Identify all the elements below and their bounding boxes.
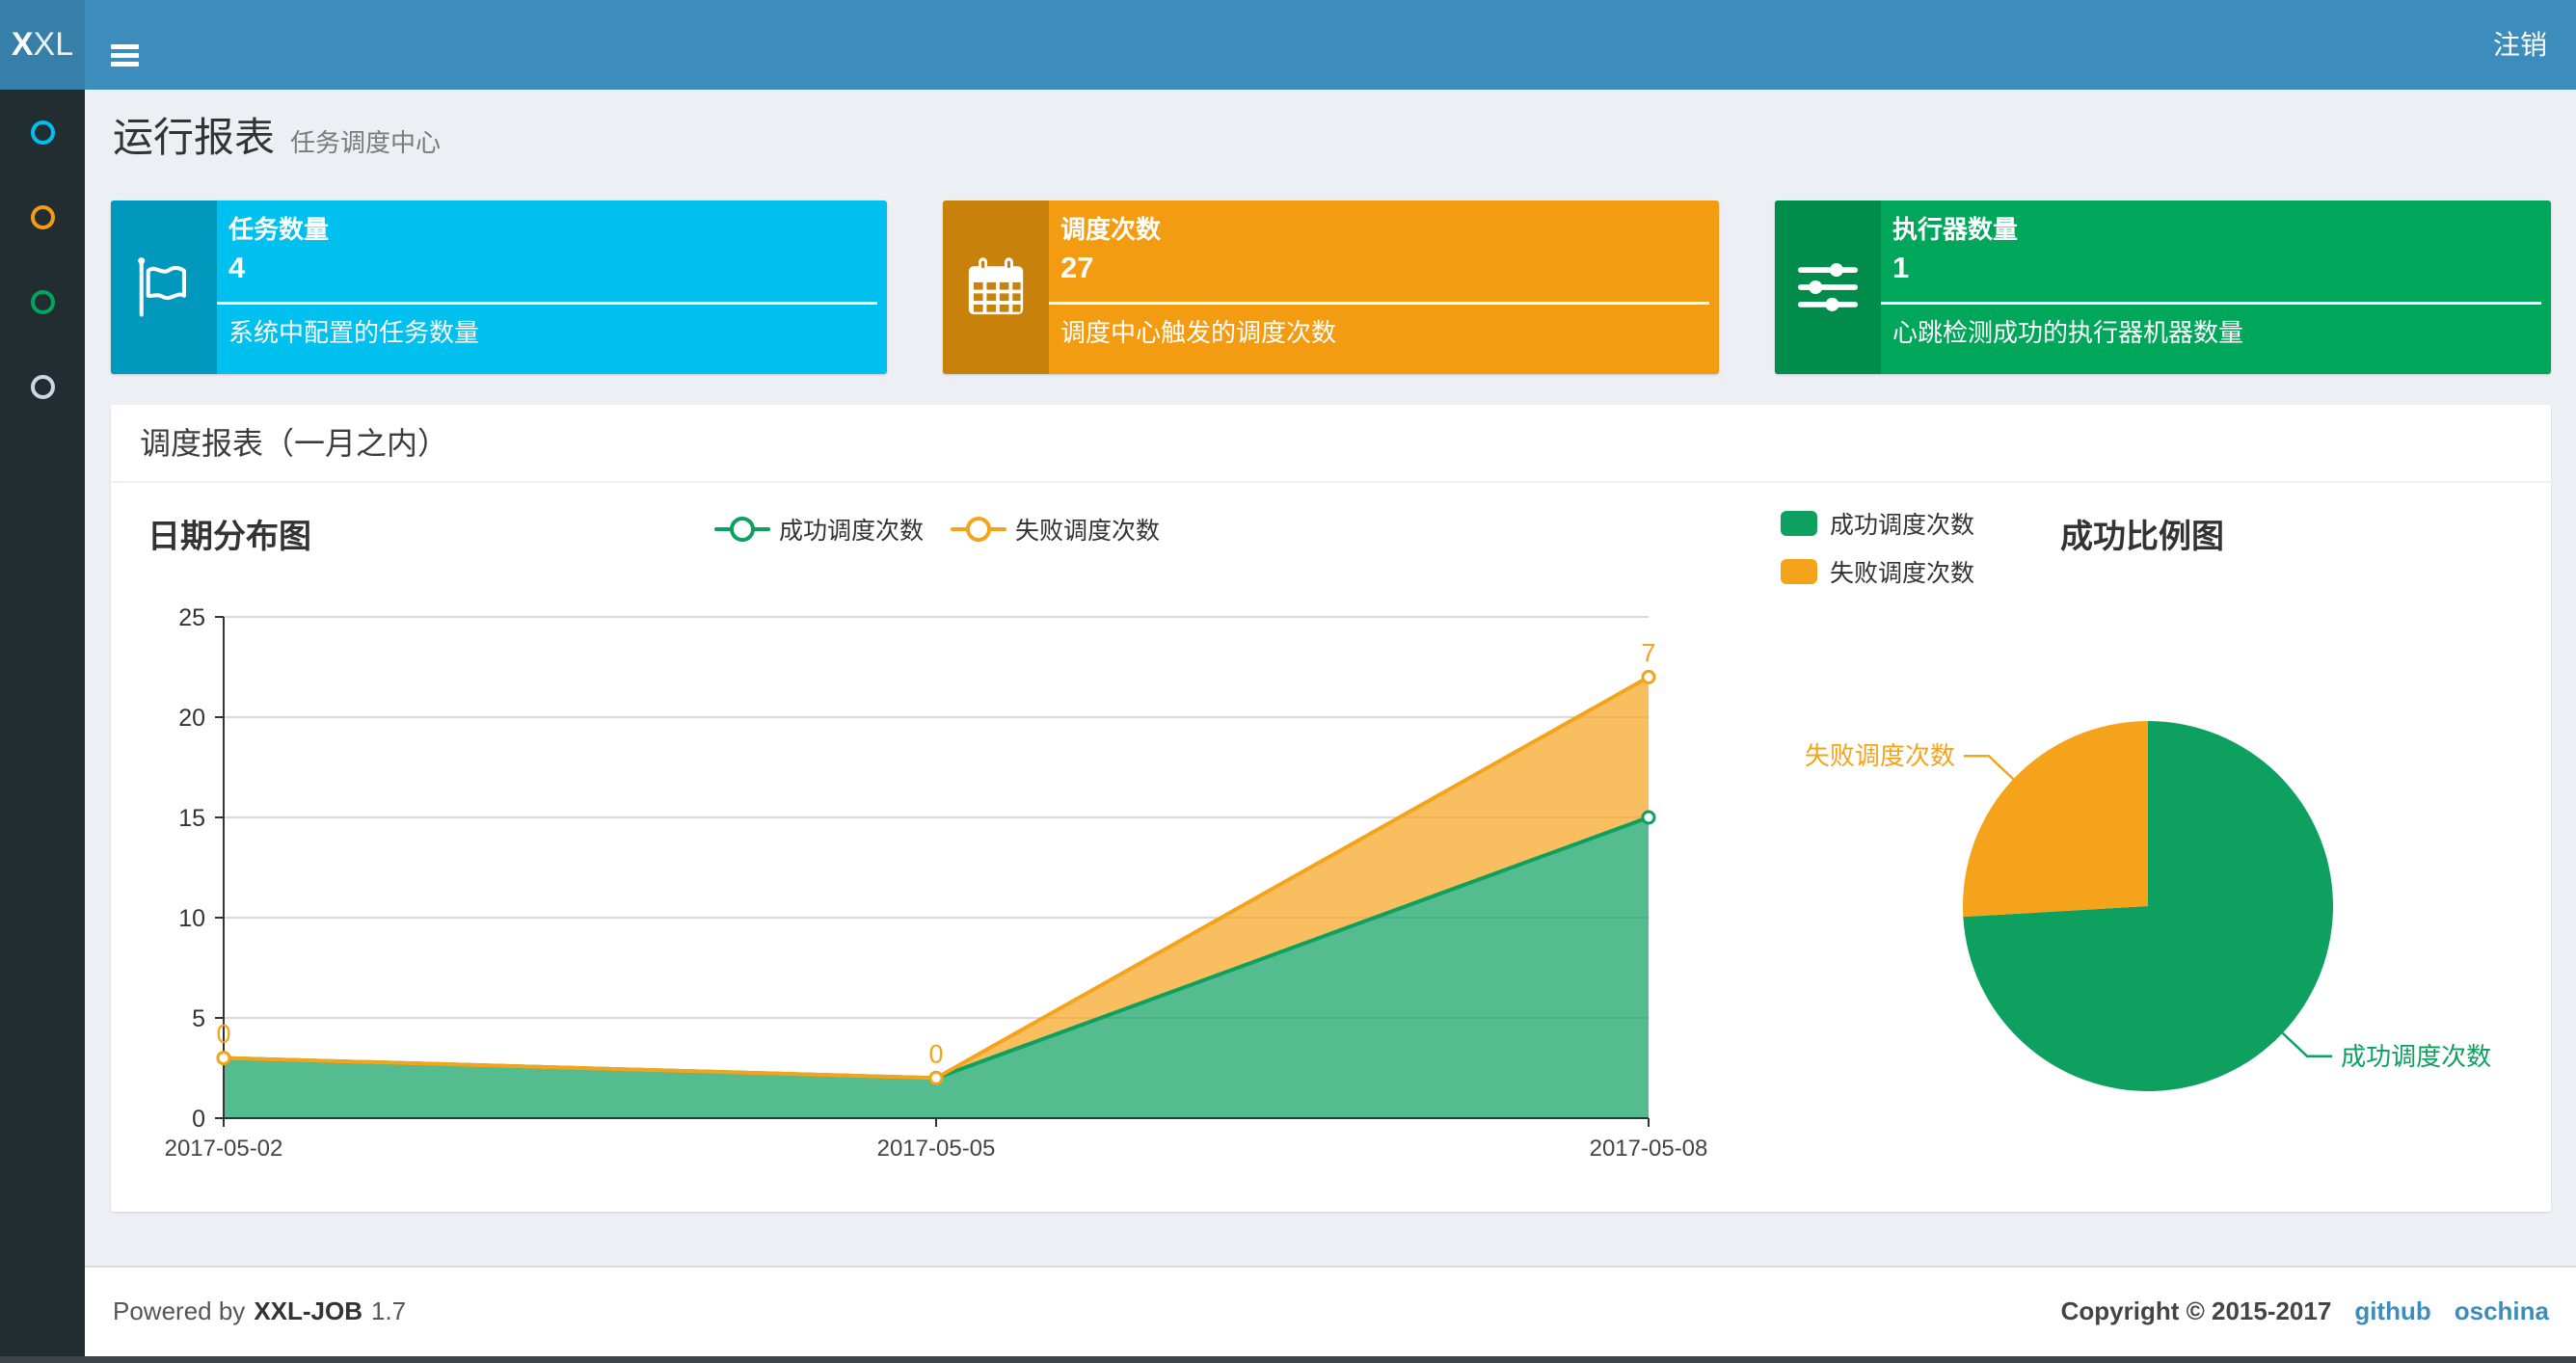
line-chart-legend: 成功调度次数 失败调度次数 bbox=[714, 512, 1160, 547]
circle-o-icon bbox=[30, 204, 55, 229]
top-navbar: XXL 注销 bbox=[0, 0, 2576, 90]
swatch-icon bbox=[1781, 511, 1817, 536]
logo-text: XL bbox=[33, 26, 74, 63]
pie-chart-title: 成功比例图 bbox=[2060, 519, 2224, 555]
divider bbox=[1881, 302, 2541, 305]
window-bottom-edge bbox=[0, 1356, 2576, 1363]
svg-text:15: 15 bbox=[178, 805, 205, 832]
sidebar-item-1[interactable] bbox=[0, 90, 85, 174]
stat-cards-row: 任务数量 4 系统中配置的任务数量 调度次数 27 调度中心触发的调度次数 执行… bbox=[111, 200, 2551, 374]
calendar-icon bbox=[943, 200, 1049, 374]
stat-card-executors: 执行器数量 1 心跳检测成功的执行器机器数量 bbox=[1775, 200, 2551, 374]
stat-card-title: 任务数量 bbox=[228, 215, 330, 244]
sidebar-item-4[interactable] bbox=[0, 344, 85, 429]
navbar: 注销 bbox=[85, 0, 2576, 90]
panel-body: 0 5 10 15 20 25 2017-05-02 2017-05-05 2017-05-08… bbox=[111, 483, 2551, 1209]
stat-card-body: 调度次数 27 调度中心触发的调度次数 bbox=[1049, 200, 1719, 374]
main-footer: Powered by XXL-JOB 1.7 Copyright © 2015-20… bbox=[85, 1266, 2576, 1357]
legend-item-fail[interactable]: 失败调度次数 bbox=[951, 512, 1160, 547]
content-area: 运行报表 任务调度中心 任务数量 4 系统中配置的任务数量 调度次数 27 调度… bbox=[85, 90, 2576, 1268]
copyright: Copyright © 2015-2017 github oschina bbox=[2061, 1268, 2549, 1355]
stat-card-title: 执行器数量 bbox=[1892, 215, 2019, 244]
sidebar-item-2[interactable] bbox=[0, 174, 85, 259]
svg-text:2017-05-08: 2017-05-08 bbox=[1590, 1136, 1708, 1162]
legend-item-fail[interactable]: 失败调度次数 bbox=[1781, 554, 1974, 589]
line-series-icon bbox=[714, 517, 770, 542]
copyright-text: Copyright © 2015-2017 bbox=[2060, 1296, 2332, 1325]
page-header: 运行报表 任务调度中心 bbox=[113, 105, 441, 164]
legend-label: 成功调度次数 bbox=[1830, 512, 1975, 539]
app-logo[interactable]: XXL bbox=[0, 0, 85, 90]
report-panel: 调度报表（一月之内） 0 5 10 15 20 25 2017-05-02 2017-05-0… bbox=[111, 405, 2551, 1212]
swatch-icon bbox=[1781, 559, 1817, 584]
powered-by-text: Powered by bbox=[113, 1296, 246, 1325]
logout-link[interactable]: 注销 bbox=[2483, 0, 2557, 90]
stat-card-desc: 调度中心触发的调度次数 bbox=[1060, 318, 1337, 347]
svg-text:2017-05-05: 2017-05-05 bbox=[877, 1136, 996, 1162]
oschina-link[interactable]: oschina bbox=[2455, 1296, 2549, 1325]
stat-card-body: 执行器数量 1 心跳检测成功的执行器机器数量 bbox=[1881, 200, 2551, 374]
stat-card-body: 任务数量 4 系统中配置的任务数量 bbox=[217, 200, 887, 374]
svg-text:10: 10 bbox=[178, 905, 205, 932]
stat-card-desc: 系统中配置的任务数量 bbox=[228, 318, 480, 347]
github-link[interactable]: github bbox=[2354, 1296, 2430, 1325]
page-title: 运行报表 bbox=[113, 115, 276, 160]
svg-text:0: 0 bbox=[928, 1039, 943, 1068]
sliders-icon bbox=[1775, 200, 1881, 374]
svg-text:5: 5 bbox=[192, 1005, 205, 1032]
page-subtitle: 任务调度中心 bbox=[290, 128, 442, 157]
charts-canvas[interactable]: 05101520252017-05-02 2017-05-05 2017-05-08… bbox=[111, 483, 2551, 1209]
product-name: XXL-JOB bbox=[254, 1296, 362, 1325]
stat-card-value: 1 bbox=[1892, 251, 1910, 284]
xxl-job-dashboard: XXL 注销 运行报表 任务调度中心 任务数量 4 系统中配置的任务数量 调度次… bbox=[0, 0, 2576, 1363]
legend-item-success[interactable]: 成功调度次数 bbox=[714, 512, 924, 547]
svg-text:成功调度次数: 成功调度次数 bbox=[2341, 1042, 2491, 1071]
stat-card-desc: 心跳检测成功的执行器机器数量 bbox=[1892, 318, 2244, 347]
stat-card-value: 4 bbox=[228, 251, 246, 284]
sidebar-toggle-button[interactable] bbox=[85, 0, 167, 90]
stat-card-triggers: 调度次数 27 调度中心触发的调度次数 bbox=[943, 200, 1719, 374]
circle-o-icon bbox=[30, 120, 55, 145]
svg-text:失败调度次数: 失败调度次数 bbox=[1805, 741, 1955, 770]
sidebar-item-3[interactable] bbox=[0, 259, 85, 344]
circle-o-icon bbox=[30, 289, 55, 314]
stat-card-value: 27 bbox=[1060, 251, 1094, 284]
powered-by: Powered by XXL-JOB 1.7 bbox=[113, 1268, 406, 1355]
svg-text:25: 25 bbox=[178, 604, 205, 631]
logo-text-bold: X bbox=[11, 26, 34, 63]
product-version: 1.7 bbox=[371, 1296, 407, 1325]
svg-text:0: 0 bbox=[216, 1020, 230, 1049]
svg-text:0: 0 bbox=[192, 1106, 205, 1133]
panel-title: 调度报表（一月之内） bbox=[111, 405, 2551, 483]
svg-text:20: 20 bbox=[178, 705, 205, 732]
pie-chart-legend: 成功调度次数 失败调度次数 bbox=[1781, 506, 1974, 589]
svg-text:7: 7 bbox=[1641, 638, 1655, 667]
legend-label: 失败调度次数 bbox=[1830, 560, 1975, 587]
svg-text:2017-05-02: 2017-05-02 bbox=[165, 1136, 283, 1162]
legend-item-success[interactable]: 成功调度次数 bbox=[1781, 506, 1974, 541]
sidebar bbox=[0, 90, 85, 1363]
stat-card-jobs: 任务数量 4 系统中配置的任务数量 bbox=[111, 200, 887, 374]
circle-o-icon bbox=[30, 374, 55, 399]
flag-icon bbox=[111, 200, 217, 374]
legend-label: 成功调度次数 bbox=[779, 518, 925, 545]
divider bbox=[217, 302, 877, 305]
stat-card-title: 调度次数 bbox=[1060, 215, 1162, 244]
hamburger-icon bbox=[111, 44, 167, 67]
legend-label: 失败调度次数 bbox=[1015, 518, 1161, 545]
divider bbox=[1049, 302, 1709, 305]
line-series-icon bbox=[951, 517, 1007, 542]
line-chart-title: 日期分布图 bbox=[148, 519, 311, 555]
